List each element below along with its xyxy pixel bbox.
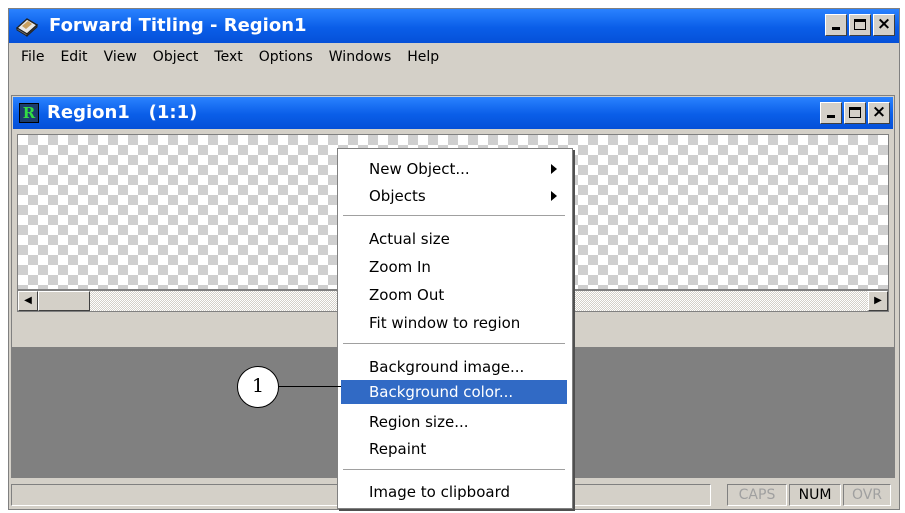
menu-file[interactable]: File bbox=[13, 49, 52, 65]
region-minimize-button[interactable] bbox=[820, 102, 842, 124]
menu-item-region-size[interactable]: Region size... bbox=[341, 410, 567, 434]
caps-indicator: CAPS bbox=[727, 484, 787, 506]
close-button[interactable]: × bbox=[873, 14, 895, 36]
maximize-icon bbox=[854, 19, 866, 30]
region-title-bar[interactable]: R Region1 (1:1) × bbox=[13, 97, 893, 129]
menu-item-zoom-out[interactable]: Zoom Out bbox=[341, 283, 567, 307]
main-title-bar[interactable]: Forward Titling - Region1 × bbox=[9, 9, 899, 43]
scroll-left-button[interactable]: ◀ bbox=[18, 291, 38, 311]
menu-item-repaint[interactable]: Repaint bbox=[341, 437, 567, 461]
callout-leader-line bbox=[279, 386, 341, 387]
menu-item-actual-size[interactable]: Actual size bbox=[341, 227, 567, 251]
region-close-button[interactable]: × bbox=[868, 102, 890, 124]
menu-options[interactable]: Options bbox=[251, 49, 321, 65]
forward-titling-app-icon bbox=[15, 18, 39, 37]
minimize-icon bbox=[832, 27, 840, 30]
menu-item-image-to-clipboard[interactable]: Image to clipboard bbox=[341, 480, 567, 504]
minimize-button[interactable] bbox=[825, 14, 847, 36]
close-icon: × bbox=[876, 14, 892, 34]
num-indicator: NUM bbox=[789, 484, 841, 506]
region-maximize-button[interactable] bbox=[844, 102, 866, 124]
region-icon: R bbox=[19, 103, 39, 123]
menu-item-zoom-in[interactable]: Zoom In bbox=[341, 255, 567, 279]
menu-item-background-image[interactable]: Background image... bbox=[341, 355, 567, 379]
menu-edit[interactable]: Edit bbox=[52, 49, 95, 65]
menu-windows[interactable]: Windows bbox=[321, 49, 400, 65]
menu-view[interactable]: View bbox=[96, 49, 145, 65]
menu-help[interactable]: Help bbox=[399, 49, 447, 65]
menu-item-objects[interactable]: Objects bbox=[341, 184, 567, 208]
menu-text[interactable]: Text bbox=[206, 49, 250, 65]
context-menu: New Object... Objects Actual size Zoom I… bbox=[337, 148, 573, 509]
scroll-thumb[interactable] bbox=[38, 291, 90, 311]
maximize-icon bbox=[849, 107, 861, 118]
menu-separator bbox=[343, 469, 565, 470]
callout-number: 1 bbox=[237, 366, 279, 408]
ovr-indicator: OVR bbox=[843, 484, 891, 506]
menu-separator bbox=[343, 343, 565, 344]
menu-item-fit-window[interactable]: Fit window to region bbox=[341, 311, 567, 335]
window-title: Forward Titling - Region1 bbox=[49, 15, 307, 36]
submenu-arrow-icon bbox=[551, 164, 557, 174]
maximize-button[interactable] bbox=[849, 14, 871, 36]
close-icon: × bbox=[871, 102, 887, 122]
submenu-arrow-icon bbox=[551, 191, 557, 201]
region-title: Region1 (1:1) bbox=[47, 102, 198, 123]
minimize-icon bbox=[827, 115, 835, 118]
menu-separator bbox=[343, 215, 565, 216]
arrow-right-icon: ▶ bbox=[874, 295, 882, 306]
scroll-right-button[interactable]: ▶ bbox=[868, 291, 888, 311]
menu-item-background-color[interactable]: Background color... bbox=[341, 380, 567, 404]
menu-bar: File Edit View Object Text Options Windo… bbox=[9, 45, 899, 71]
arrow-left-icon: ◀ bbox=[24, 295, 32, 306]
menu-object[interactable]: Object bbox=[145, 49, 207, 65]
menu-item-new-object[interactable]: New Object... bbox=[341, 157, 567, 181]
